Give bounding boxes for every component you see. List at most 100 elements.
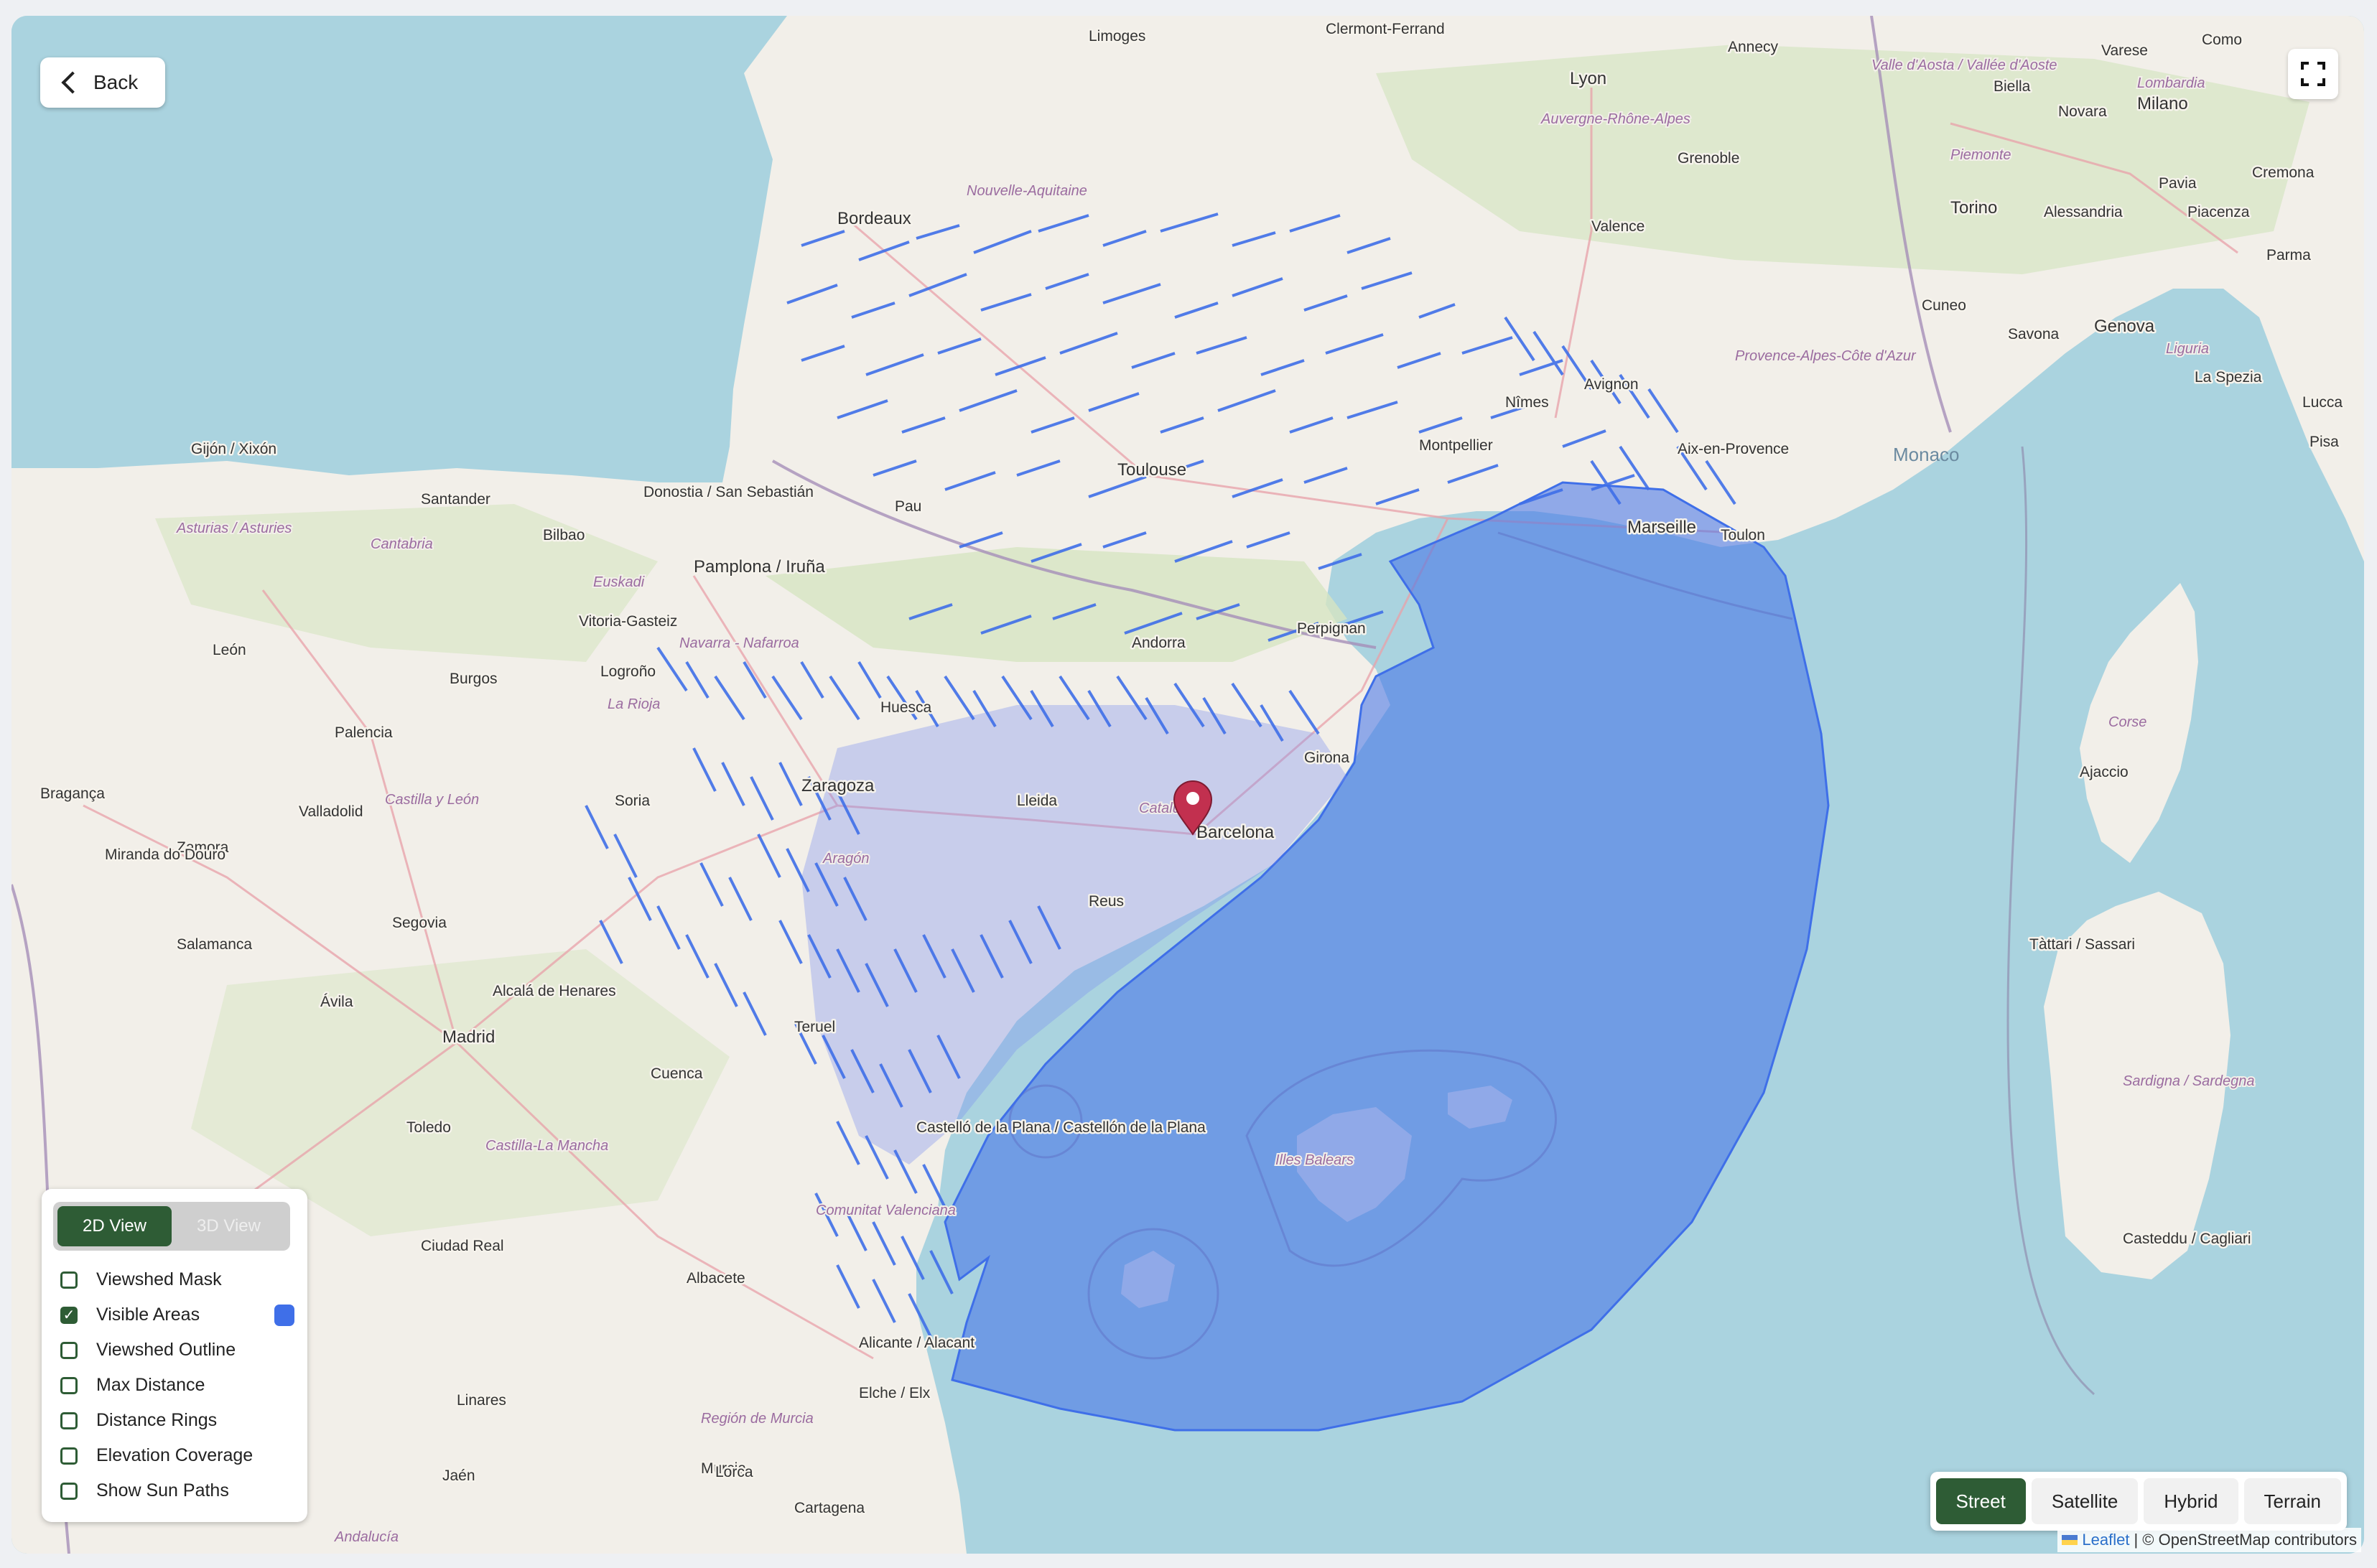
city-label: Toulon <box>1721 527 1765 543</box>
city-label: Albacete <box>687 1270 745 1287</box>
city-label: Cuneo <box>1922 297 1966 314</box>
region-label: Piemonte <box>1950 147 2011 163</box>
layer-viewshed-mask[interactable]: Viewshed Mask <box>53 1262 296 1297</box>
layer-viewshed-outline[interactable]: Viewshed Outline <box>53 1333 296 1368</box>
city-label: Pamplona / Iruña <box>694 557 825 577</box>
city-label: Jaén <box>442 1467 475 1484</box>
checkbox[interactable] <box>60 1447 78 1465</box>
region-label: Castilla y León <box>385 792 479 808</box>
basemap-street-button[interactable]: Street <box>1935 1478 2026 1524</box>
layer-label: Distance Rings <box>96 1410 218 1430</box>
city-label: Bragança <box>40 785 105 802</box>
map-canvas[interactable]: Nouvelle-Aquitaine Auvergne-Rhône-Alpes … <box>11 16 2364 1554</box>
city-label: Madrid <box>442 1027 495 1047</box>
city-label: Vitoria-Gasteiz <box>579 613 677 630</box>
city-label: Cremona <box>2252 164 2315 181</box>
city-label: Gijón / Xixón <box>191 441 276 457</box>
city-label: Perpignan <box>1297 620 1366 637</box>
city-label: Valladolid <box>299 803 363 820</box>
back-button[interactable]: Back <box>40 57 165 108</box>
city-label: Milano <box>2137 94 2188 113</box>
layer-max-distance[interactable]: Max Distance <box>53 1368 296 1403</box>
layer-elevation-coverage[interactable]: Elevation Coverage <box>53 1438 296 1473</box>
city-label: Lyon <box>1570 69 1606 88</box>
city-label: Reus <box>1089 893 1124 910</box>
layer-label: Show Sun Paths <box>96 1480 229 1501</box>
map-attribution: Leaflet | © OpenStreetMap contributors <box>2057 1528 2361 1552</box>
city-label: Lorca <box>715 1464 753 1480</box>
map-tiles: Nouvelle-Aquitaine Auvergne-Rhône-Alpes … <box>11 16 2364 1554</box>
city-label: Alcalá de Henares <box>493 983 616 999</box>
city-label: Ajaccio <box>2080 764 2129 780</box>
basemap-hybrid-button[interactable]: Hybrid <box>2144 1478 2238 1524</box>
city-label: Avignon <box>1584 376 1639 393</box>
region-label: Liguria <box>2166 341 2209 357</box>
layer-list: Viewshed Mask ✓ Visible Areas Viewshed O… <box>53 1262 296 1508</box>
city-label: Ciudad Real <box>421 1238 504 1254</box>
fullscreen-icon <box>2301 62 2325 86</box>
city-label: Andorra <box>1132 635 1186 651</box>
region-label: Corse <box>2108 714 2146 730</box>
city-label: Nîmes <box>1505 394 1549 411</box>
back-label: Back <box>93 71 139 93</box>
city-label: Toledo <box>406 1119 451 1136</box>
layer-label: Max Distance <box>96 1375 205 1395</box>
city-label: Cartagena <box>794 1500 865 1516</box>
region-label: Euskadi <box>593 574 645 590</box>
region-label: Andalucía <box>334 1529 399 1545</box>
city-label: Cuenca <box>651 1065 703 1082</box>
basemap-satellite-button[interactable]: Satellite <box>2031 1478 2139 1524</box>
city-label: Novara <box>2058 103 2107 120</box>
region-label: Provence-Alpes-Côte d'Azur <box>1735 348 1917 364</box>
city-label: Biella <box>1994 78 2031 95</box>
city-label: Montpellier <box>1419 437 1493 454</box>
city-label: Palencia <box>335 724 393 741</box>
city-label: Marseille <box>1627 518 1696 537</box>
basemap-terrain-button[interactable]: Terrain <box>2243 1478 2341 1524</box>
layer-visible-areas[interactable]: ✓ Visible Areas <box>53 1297 296 1333</box>
fullscreen-button[interactable] <box>2288 49 2338 99</box>
city-label: Aix-en-Provence <box>1678 441 1789 457</box>
region-label: Región de Murcia <box>701 1411 814 1427</box>
city-label: Pavia <box>2159 175 2197 192</box>
region-label: Aragón <box>822 851 870 867</box>
leaflet-link[interactable]: Leaflet <box>2082 1531 2129 1549</box>
city-label: Castelló de la Plana / Castellón de la P… <box>916 1119 1206 1136</box>
city-label: La Spezia <box>2195 369 2262 386</box>
city-label: Salamanca <box>177 936 252 953</box>
region-label: Auvergne-Rhône-Alpes <box>1540 111 1690 127</box>
city-label: Teruel <box>794 1019 835 1035</box>
city-label: Logroño <box>600 663 656 680</box>
region-label: Lombardia <box>2137 75 2205 91</box>
city-label: Soria <box>615 793 650 809</box>
checkbox-checked[interactable]: ✓ <box>60 1306 78 1324</box>
region-label: Valle d'Aosta / Vallée d'Aoste <box>1871 57 2057 73</box>
checkbox[interactable] <box>60 1341 78 1359</box>
city-label: Segovia <box>392 915 447 931</box>
city-label: Savona <box>2008 326 2060 342</box>
osm-attribution: | © OpenStreetMap contributors <box>2134 1531 2357 1549</box>
city-label: Girona <box>1304 750 1349 766</box>
checkbox[interactable] <box>60 1482 78 1500</box>
checkbox[interactable] <box>60 1376 78 1394</box>
layer-distance-rings[interactable]: Distance Rings <box>53 1403 296 1438</box>
city-label: Barcelona <box>1196 823 1275 842</box>
checkbox[interactable] <box>60 1411 78 1429</box>
layer-label: Viewshed Mask <box>96 1269 222 1289</box>
color-swatch[interactable] <box>274 1304 294 1326</box>
checkbox[interactable] <box>60 1271 78 1289</box>
region-label: Navarra - Nafarroa <box>679 635 799 651</box>
region-label: Cantabria <box>371 536 433 552</box>
city-label: Burgos <box>450 671 498 687</box>
city-label: Zaragoza <box>801 776 875 795</box>
city-label: Valence <box>1591 218 1645 235</box>
city-label: Tàttari / Sassari <box>2029 936 2135 953</box>
city-label: Toulouse <box>1117 460 1186 480</box>
view-3d-button[interactable]: 3D View <box>172 1206 286 1246</box>
city-label: Grenoble <box>1678 150 1739 167</box>
region-label: Comunitat Valenciana <box>816 1203 956 1218</box>
view-2d-button[interactable]: 2D View <box>57 1206 172 1246</box>
view-mode-toggle: 2D View 3D View <box>53 1202 290 1251</box>
layer-sun-paths[interactable]: Show Sun Paths <box>53 1473 296 1508</box>
city-label: Bilbao <box>543 527 585 543</box>
